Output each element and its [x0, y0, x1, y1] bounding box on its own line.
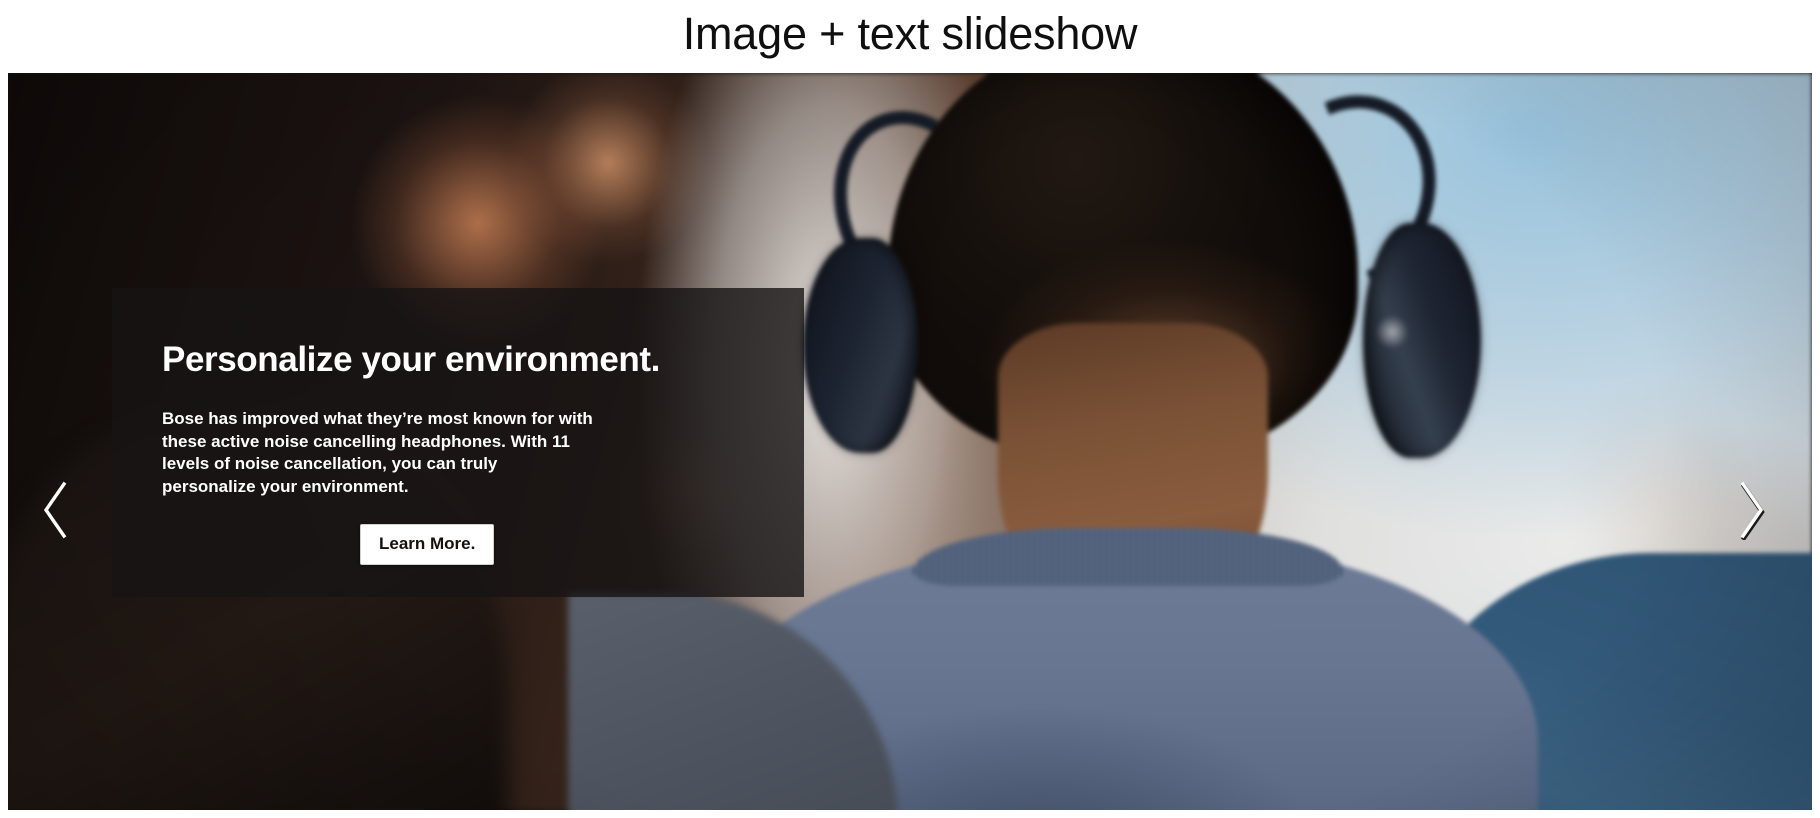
slide-body-text: Bose has improved what they’re most know… — [162, 409, 593, 496]
chevron-right-icon — [1734, 480, 1768, 540]
subject-collar — [913, 528, 1343, 586]
page-title: Image + text slideshow — [682, 8, 1138, 59]
learn-more-button[interactable]: Learn More. — [360, 524, 495, 565]
next-slide-button[interactable] — [1723, 475, 1779, 545]
headphone-earcup-left — [803, 238, 918, 453]
chevron-left-icon — [39, 480, 73, 540]
slideshow-container: Personalize your environment. Bose has i… — [8, 73, 1812, 810]
slideshow-page: Image + text slideshow Personalize your … — [0, 0, 1820, 818]
slide-cta-wrapper: Learn More. — [162, 524, 756, 565]
previous-slide-button[interactable] — [28, 475, 84, 545]
headphone-earcup-right — [1363, 223, 1481, 458]
slide-heading: Personalize your environment. — [162, 340, 660, 379]
slide-text-card: Personalize your environment. Bose has i… — [112, 288, 804, 597]
